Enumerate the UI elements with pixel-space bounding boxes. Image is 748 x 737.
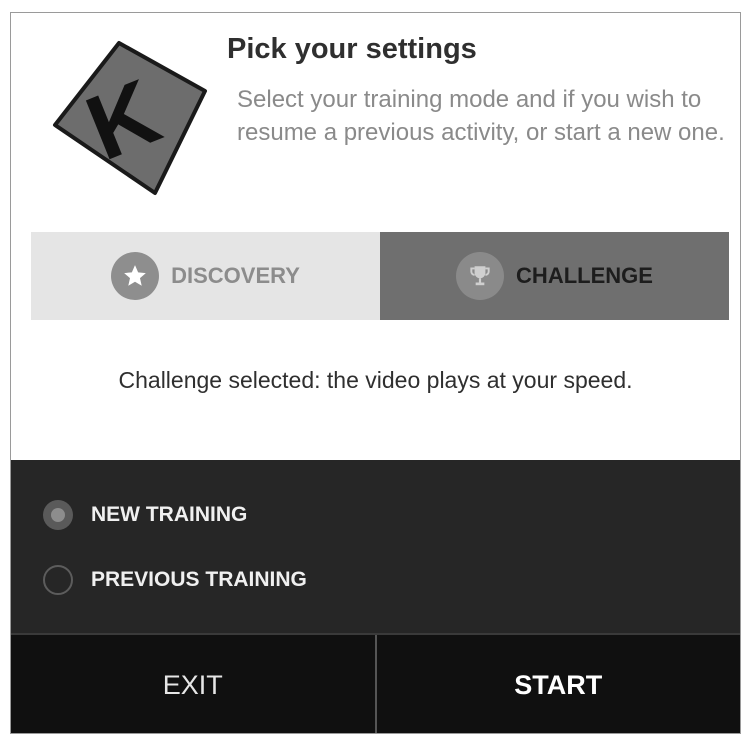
settings-dialog: K Pick your settings Select your trainin… xyxy=(10,12,741,734)
trophy-icon xyxy=(456,252,505,300)
app-logo: K xyxy=(53,41,207,195)
new-training-option[interactable]: NEW TRAINING xyxy=(43,500,247,530)
mode-status-text: Challenge selected: the video plays at y… xyxy=(118,367,633,393)
tab-challenge-label: CHALLENGE xyxy=(516,263,653,288)
start-button[interactable]: START xyxy=(377,635,741,733)
mode-tabs: DISCOVERY CHALLENGE xyxy=(31,232,729,320)
tab-discovery[interactable]: DISCOVERY xyxy=(31,232,380,320)
tab-challenge[interactable]: CHALLENGE xyxy=(380,232,729,320)
dialog-title: Pick your settings xyxy=(227,33,477,65)
previous-training-radio[interactable] xyxy=(43,565,73,595)
tab-discovery-label: DISCOVERY xyxy=(171,263,300,288)
training-options-panel: NEW TRAINING PREVIOUS TRAINING xyxy=(11,460,740,633)
previous-training-option[interactable]: PREVIOUS TRAINING xyxy=(43,565,307,595)
dialog-subtitle: Select your training mode and if you wis… xyxy=(237,86,725,146)
star-icon xyxy=(111,252,160,300)
previous-training-label: PREVIOUS TRAINING xyxy=(91,568,307,591)
action-bar: EXIT START xyxy=(11,633,741,733)
new-training-label: NEW TRAINING xyxy=(91,503,248,526)
exit-button[interactable]: EXIT xyxy=(11,635,377,733)
new-training-radio[interactable] xyxy=(43,500,73,530)
